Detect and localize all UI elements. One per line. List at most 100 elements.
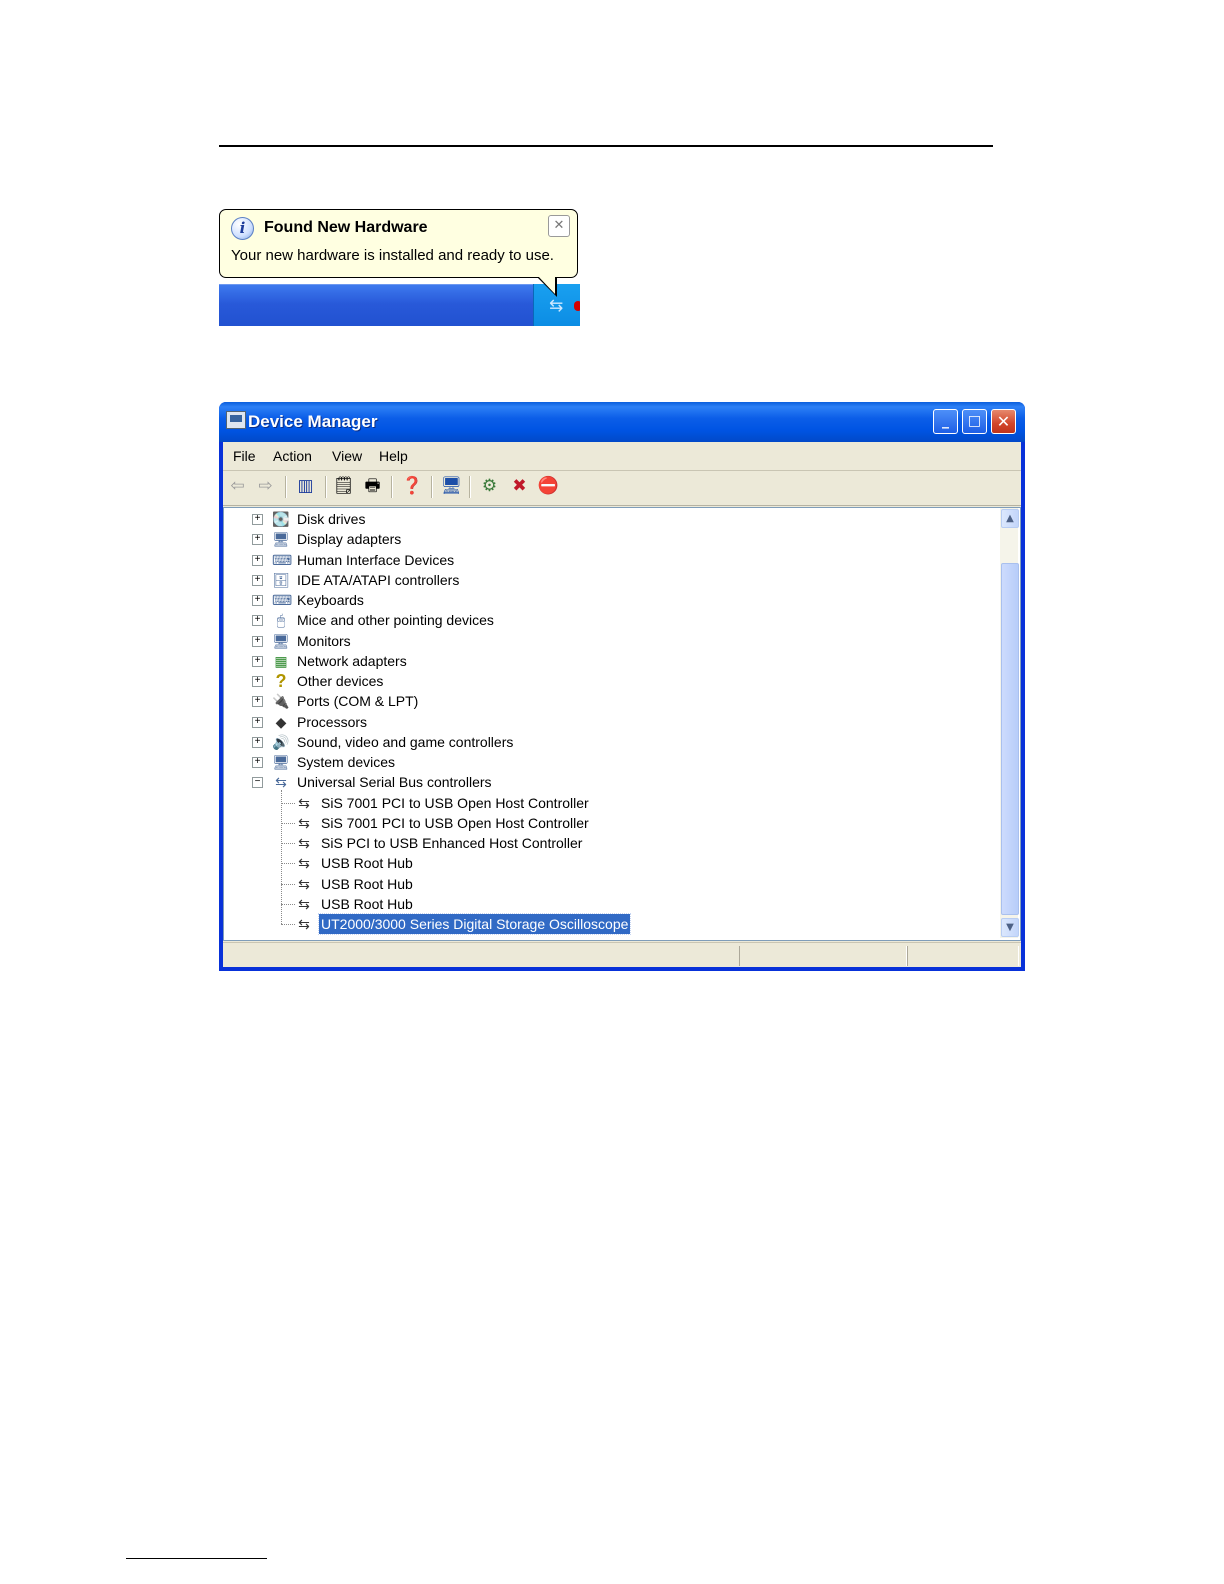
- port-icon: 🔌: [272, 693, 290, 710]
- usb-device-item[interactable]: ⇆ SiS 7001 PCI to USB Open Host Controlle…: [224, 793, 994, 813]
- tree-item-label: Network adapters: [297, 652, 407, 669]
- balloon-tail-fill: [537, 275, 555, 294]
- uninstall-icon[interactable]: ✖: [508, 475, 531, 498]
- minimize-button[interactable]: _: [933, 409, 958, 434]
- computer-icon: [226, 411, 246, 429]
- expand-icon[interactable]: +: [252, 514, 263, 525]
- title-bar[interactable]: Device Manager _ □ ✕: [219, 402, 1025, 442]
- menu-file[interactable]: File: [233, 448, 256, 464]
- tree-item[interactable]: +? Other devices: [224, 671, 994, 691]
- expand-icon[interactable]: +: [252, 716, 263, 728]
- expand-icon[interactable]: +: [252, 574, 263, 586]
- update-driver-icon[interactable]: ⚙: [478, 475, 501, 498]
- tree-item[interactable]: + 🔌 Ports (COM & LPT): [224, 691, 994, 711]
- back-icon[interactable]: ⇦: [226, 475, 249, 498]
- expand-icon[interactable]: +: [252, 635, 263, 647]
- tree-item-label: Universal Serial Bus controllers: [297, 774, 492, 791]
- tree-item[interactable]: + 🔊 Sound, video and game controllers: [224, 732, 994, 752]
- usb-device-label: USB Root Hub: [321, 895, 413, 912]
- tree-item-label: Display adapters: [297, 531, 402, 548]
- taskbar: [219, 284, 580, 326]
- tree-item[interactable]: + 🖥 System devices: [224, 752, 994, 772]
- print-icon[interactable]: 🖶: [361, 475, 384, 498]
- network-adapter-icon: ▦: [274, 652, 288, 669]
- usb-icon: ⇆: [298, 814, 310, 831]
- tree-item[interactable]: + 💽 Disk drives: [224, 509, 994, 529]
- found-new-hardware-screenshot: ⇆ i Found New Hardware Your new hardware…: [219, 209, 580, 326]
- expand-icon[interactable]: +: [252, 696, 263, 708]
- menu-bar: File Action View Help: [223, 442, 1021, 471]
- expand-icon[interactable]: +: [252, 736, 263, 748]
- properties-icon[interactable]: 🗒: [332, 475, 355, 498]
- usb-icon: ⇆: [298, 794, 310, 811]
- tree-item[interactable]: + ⌨ Human Interface Devices: [224, 550, 994, 570]
- tree-item[interactable]: + ⌨ Keyboards: [224, 590, 994, 610]
- usb-icon: ⇆: [275, 774, 287, 791]
- usb-device-item[interactable]: ⇆ USB Root Hub: [224, 853, 994, 873]
- expand-icon[interactable]: +: [252, 676, 263, 687]
- menu-view[interactable]: View: [332, 448, 362, 464]
- help-icon[interactable]: ❓: [401, 475, 424, 498]
- selected-device-label: UT2000/3000 Series Digital Storage Oscil…: [317, 913, 632, 935]
- toolbar: ⇦ ⇨ ▥ 🗒 🖶 ❓ 🖥 ⚙ ✖ ⛔: [223, 471, 1021, 506]
- tree-item-label: Monitors: [297, 632, 351, 649]
- toolbar-separator: [285, 476, 287, 498]
- expand-icon[interactable]: +: [252, 554, 263, 566]
- tree-item-label: Mice and other pointing devices: [297, 612, 494, 629]
- tree-item[interactable]: + 🗄 IDE ATA/ATAPI controllers: [224, 570, 994, 590]
- hid-icon: ⌨: [272, 551, 293, 568]
- expand-icon[interactable]: +: [252, 655, 263, 667]
- tree-item-label: Keyboards: [297, 592, 364, 608]
- window-title: Device Manager: [248, 412, 378, 431]
- usb-device-item[interactable]: ⇆ UT2000/3000 Series Digital Storage Osci…: [224, 913, 994, 935]
- tree-item[interactable]: + 🖥 Display adapters: [224, 529, 994, 549]
- disk-drive-icon: 💽: [272, 511, 290, 527]
- expand-icon[interactable]: +: [252, 757, 263, 768]
- device-tree[interactable]: + 💽 Disk drives + 🖥 Display adapters + ⌨ Human I…: [223, 507, 1021, 941]
- tree-connector: [281, 790, 282, 924]
- tree-item[interactable]: + 🖥 Monitors: [224, 631, 994, 651]
- scroll-down-button[interactable]: ▼: [1001, 918, 1019, 937]
- tree-item[interactable]: + ▦ Network adapters: [224, 651, 994, 671]
- tree-item[interactable]: − ⇆ Universal Serial Bus controllers: [224, 772, 994, 792]
- usb-device-item[interactable]: ⇆ USB Root Hub: [224, 894, 994, 914]
- usb-tray-icon[interactable]: ⇆: [549, 296, 563, 316]
- menu-help[interactable]: Help: [379, 448, 408, 464]
- tree-item-label: Ports (COM & LPT): [297, 693, 419, 710]
- expand-icon[interactable]: +: [252, 595, 263, 606]
- usb-device-label: SiS PCI to USB Enhanced Host Controller: [321, 835, 583, 851]
- scroll-up-button[interactable]: ▲: [1001, 509, 1019, 528]
- tree-item-label: Disk drives: [297, 511, 366, 527]
- vertical-scrollbar[interactable]: ▲ ▼: [1000, 508, 1019, 938]
- forward-icon[interactable]: ⇨: [254, 475, 277, 498]
- display-adapter-icon: 🖥: [272, 531, 290, 548]
- usb-device-item[interactable]: ⇆ SiS 7001 PCI to USB Open Host Controlle…: [224, 813, 994, 833]
- system-device-icon: 🖥: [272, 754, 290, 770]
- disable-icon[interactable]: ⛔: [537, 475, 560, 498]
- expand-icon[interactable]: +: [252, 534, 263, 546]
- close-button[interactable]: ✕: [991, 409, 1016, 434]
- device-manager-window: Device Manager _ □ ✕ File Action View He…: [219, 402, 1025, 971]
- scroll-thumb[interactable]: [1001, 563, 1019, 915]
- usb-device-item[interactable]: ⇆ SiS PCI to USB Enhanced Host Controller: [224, 833, 994, 853]
- tree-item[interactable]: + ◆ Processors: [224, 712, 994, 732]
- tree-item-label: IDE ATA/ATAPI controllers: [297, 571, 460, 588]
- notification-balloon[interactable]: i Found New Hardware Your new hardware i…: [219, 209, 578, 278]
- expand-icon[interactable]: +: [252, 615, 263, 627]
- show-hide-tree-icon[interactable]: ▥: [294, 475, 317, 498]
- menu-action[interactable]: Action: [273, 448, 312, 464]
- info-icon: i: [231, 217, 254, 240]
- unknown-device-icon: ?: [275, 671, 287, 691]
- scan-hardware-icon[interactable]: 🖥: [440, 475, 463, 498]
- toolbar-separator: [325, 476, 327, 498]
- tree-item[interactable]: + 🖱 Mice and other pointing devices: [224, 610, 994, 630]
- usb-icon: ⇆: [298, 855, 310, 872]
- usb-device-item[interactable]: ⇆ USB Root Hub: [224, 874, 994, 894]
- collapse-icon[interactable]: −: [252, 777, 263, 789]
- tree-item-label: System devices: [297, 754, 396, 770]
- maximize-button[interactable]: □: [962, 409, 987, 434]
- close-icon[interactable]: ✕: [548, 215, 570, 237]
- window-client: File Action View Help ⇦ ⇨ ▥ 🗒 🖶 ❓ 🖥 ⚙ ✖ …: [223, 442, 1021, 967]
- balloon-message: Your new hardware is installed and ready…: [231, 247, 554, 264]
- usb-device-label: USB Root Hub: [321, 855, 413, 872]
